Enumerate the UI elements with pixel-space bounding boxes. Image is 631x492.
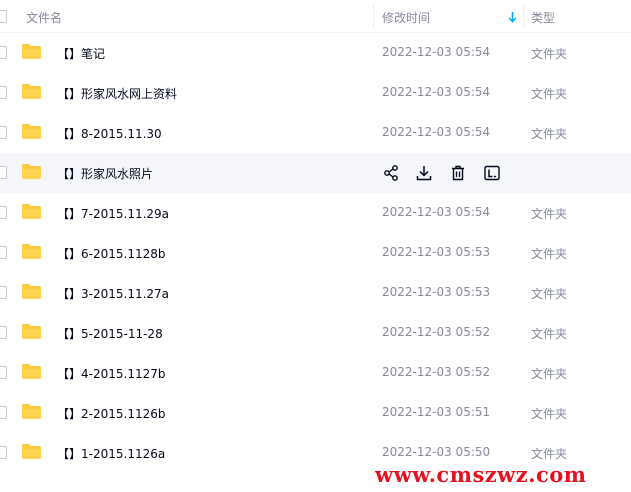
file-row[interactable]: 【】3-2015.11.27a 2022-12-03 05:53 文件夹: [0, 273, 631, 313]
file-list-page: 文件名 修改时间 类型 【】笔记 2022-12-03 05:54 文件夹 【】…: [0, 0, 631, 492]
folder-icon: [22, 204, 41, 219]
file-type: 文件夹: [531, 207, 568, 221]
modified-time: 2022-12-03 05:54: [382, 205, 491, 219]
file-type: 文件夹: [531, 87, 568, 101]
file-row[interactable]: 【】7-2015.11.29a 2022-12-03 05:54 文件夹: [0, 193, 631, 233]
file-type: 文件夹: [531, 407, 568, 421]
row-checkbox[interactable]: [0, 206, 7, 219]
folder-icon: [22, 44, 41, 59]
row-checkbox[interactable]: [0, 366, 7, 379]
folder-icon: [22, 444, 41, 459]
file-row[interactable]: 【】形家风水照片: [0, 153, 631, 193]
folder-icon: [22, 164, 41, 179]
folder-icon: [22, 284, 41, 299]
file-row[interactable]: 【】8-2015.11.30 2022-12-03 05:54 文件夹: [0, 113, 631, 153]
row-checkbox[interactable]: [0, 446, 7, 459]
file-name[interactable]: 【】4-2015.1127b: [57, 365, 165, 382]
share-icon[interactable]: [382, 164, 400, 182]
file-row[interactable]: 【】6-2015.1128b 2022-12-03 05:53 文件夹: [0, 233, 631, 273]
file-list: 【】笔记 2022-12-03 05:54 文件夹 【】形家风水网上资料 202…: [0, 33, 631, 473]
file-name[interactable]: 【】笔记: [57, 45, 105, 62]
column-header-modified-time[interactable]: 修改时间: [382, 9, 430, 26]
modified-time: 2022-12-03 05:54: [382, 45, 491, 59]
select-all-checkbox[interactable]: [0, 10, 7, 23]
folder-icon: [22, 324, 41, 339]
file-row[interactable]: 【】2-2015.1126b 2022-12-03 05:51 文件夹: [0, 393, 631, 433]
file-name[interactable]: 【】3-2015.11.27a: [57, 285, 169, 302]
modified-time: 2022-12-03 05:53: [382, 245, 491, 259]
file-name[interactable]: 【】8-2015.11.30: [57, 125, 162, 142]
arrow-down-icon[interactable]: [508, 11, 517, 23]
row-checkbox[interactable]: [0, 126, 7, 139]
file-name[interactable]: 【】5-2015-11-28: [57, 325, 163, 342]
modified-time: 2022-12-03 05:54: [382, 85, 491, 99]
row-checkbox[interactable]: [0, 326, 7, 339]
file-type: 文件夹: [531, 327, 568, 341]
column-header-type[interactable]: 类型: [531, 9, 555, 26]
file-name[interactable]: 【】6-2015.1128b: [57, 245, 165, 262]
folder-icon: [22, 404, 41, 419]
file-name[interactable]: 【】1-2015.1126a: [57, 445, 165, 462]
column-header-name[interactable]: 文件名: [26, 9, 62, 26]
download-icon[interactable]: [415, 164, 433, 182]
column-divider: [373, 4, 374, 28]
row-checkbox[interactable]: [0, 86, 7, 99]
file-name[interactable]: 【】2-2015.1126b: [57, 405, 165, 422]
column-divider: [523, 4, 524, 28]
file-name[interactable]: 【】7-2015.11.29a: [57, 205, 169, 222]
folder-icon: [22, 84, 41, 99]
modified-time: 2022-12-03 05:53: [382, 285, 491, 299]
file-type: 文件夹: [531, 367, 568, 381]
row-checkbox[interactable]: [0, 406, 7, 419]
folder-icon: [22, 244, 41, 259]
row-checkbox[interactable]: [0, 166, 7, 179]
list-header: 文件名 修改时间 类型: [0, 0, 631, 33]
folder-icon: [22, 124, 41, 139]
file-type: 文件夹: [531, 247, 568, 261]
file-row[interactable]: 【】4-2015.1127b 2022-12-03 05:52 文件夹: [0, 353, 631, 393]
file-name[interactable]: 【】形家风水照片: [57, 165, 153, 182]
file-type: 文件夹: [531, 447, 568, 461]
file-type: 文件夹: [531, 127, 568, 141]
rename-icon[interactable]: [483, 164, 501, 182]
file-row[interactable]: 【】形家风水网上资料 2022-12-03 05:54 文件夹: [0, 73, 631, 113]
modified-time: 2022-12-03 05:52: [382, 365, 491, 379]
modified-time: 2022-12-03 05:50: [382, 445, 491, 459]
file-row[interactable]: 【】笔记 2022-12-03 05:54 文件夹: [0, 33, 631, 73]
modified-time: 2022-12-03 05:51: [382, 405, 491, 419]
row-checkbox[interactable]: [0, 246, 7, 259]
file-type: 文件夹: [531, 47, 568, 61]
modified-time: 2022-12-03 05:54: [382, 125, 491, 139]
modified-time: 2022-12-03 05:52: [382, 325, 491, 339]
watermark-text: www.cmszwz.com: [375, 462, 587, 487]
row-checkbox[interactable]: [0, 286, 7, 299]
file-type: 文件夹: [531, 287, 568, 301]
file-name[interactable]: 【】形家风水网上资料: [57, 85, 177, 102]
folder-icon: [22, 364, 41, 379]
delete-icon[interactable]: [449, 164, 467, 182]
row-checkbox[interactable]: [0, 46, 7, 59]
file-row[interactable]: 【】5-2015-11-28 2022-12-03 05:52 文件夹: [0, 313, 631, 353]
